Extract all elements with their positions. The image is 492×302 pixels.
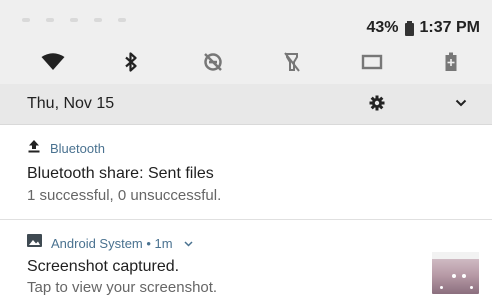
notification-header: Android System • 1m bbox=[27, 234, 193, 252]
notification-bluetooth[interactable]: Bluetooth Bluetooth share: Sent files 1 … bbox=[0, 125, 492, 220]
clock: 1:37 PM bbox=[419, 19, 480, 36]
app-name: Bluetooth bbox=[50, 141, 105, 156]
notification-title: Bluetooth share: Sent files bbox=[27, 165, 214, 182]
battery-saver-icon[interactable] bbox=[431, 50, 471, 74]
status-bar: 43% 1:37 PM bbox=[0, 0, 492, 50]
date-row: Thu, Nov 15 bbox=[0, 84, 492, 125]
notification-text: 1 successful, 0 unsuccessful. bbox=[27, 187, 222, 204]
chevron-down-icon[interactable] bbox=[451, 93, 471, 113]
battery-percentage: 43% bbox=[366, 19, 399, 36]
notification-text: Tap to view your screenshot. bbox=[27, 279, 218, 296]
notification-screenshot[interactable]: Android System • 1m Screenshot captured.… bbox=[0, 220, 492, 302]
cast-icon[interactable] bbox=[352, 50, 392, 74]
date-label: Thu, Nov 15 bbox=[27, 95, 115, 112]
notification-title: Screenshot captured. bbox=[27, 258, 180, 275]
app-name: Android System • 1m bbox=[51, 235, 173, 251]
flashlight-off-icon[interactable] bbox=[272, 50, 312, 74]
gear-icon[interactable] bbox=[366, 92, 388, 114]
status-right: 43% 1:37 PM bbox=[366, 19, 480, 36]
bluetooth-icon[interactable] bbox=[111, 50, 151, 74]
quick-settings bbox=[0, 50, 492, 84]
battery-icon bbox=[404, 20, 414, 36]
notification-header: Bluetooth bbox=[27, 139, 105, 158]
chevron-down-icon[interactable] bbox=[184, 234, 193, 252]
screenshot-thumbnail[interactable] bbox=[432, 252, 479, 294]
upload-arrow-icon bbox=[27, 139, 41, 158]
wifi-icon[interactable] bbox=[33, 50, 73, 74]
do-not-disturb-off-icon[interactable] bbox=[193, 50, 233, 74]
status-notification-icons bbox=[22, 18, 126, 22]
image-icon bbox=[27, 234, 42, 252]
